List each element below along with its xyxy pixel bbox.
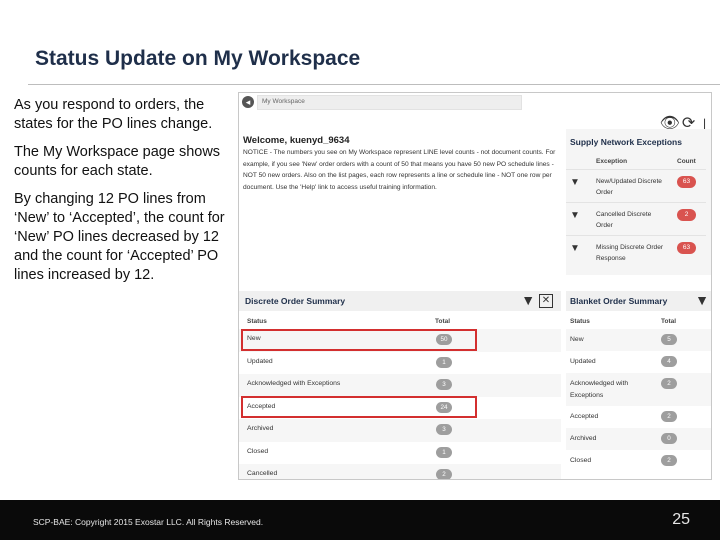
table-row[interactable]: Acknowledged with Exceptions 3 — [239, 374, 561, 397]
close-icon[interactable]: ✕ — [539, 294, 553, 309]
table-row[interactable]: Cancelled 2 — [239, 464, 561, 479]
total-badge[interactable]: 3 — [436, 379, 452, 390]
filter-icon[interactable]: ▼ — [695, 292, 709, 308]
breadcrumb[interactable]: My Workspace — [257, 95, 522, 110]
status-column-header: Status — [570, 318, 590, 325]
filter-icon: ▼ — [570, 210, 580, 221]
slide-footer: SCP-BAE: Copyright 2015 Exostar LLC. All… — [0, 500, 720, 540]
status-label: New — [570, 336, 584, 343]
status-label: Closed — [247, 447, 269, 455]
exception-label: New/Updated Discrete Order — [596, 178, 662, 196]
exception-label: Cancelled Discrete Order — [596, 211, 652, 229]
exception-count-badge[interactable]: 63 — [677, 176, 696, 188]
exception-count-badge[interactable]: 2 — [677, 209, 696, 221]
body-paragraph-1: As you respond to orders, the states for… — [14, 97, 213, 132]
blanket-summary-header: Blanket Order Summary ▼ — [566, 291, 711, 311]
exception-row[interactable]: ▼ Cancelled Discrete Order 2 — [566, 202, 706, 235]
total-badge[interactable]: 2 — [436, 469, 452, 479]
exception-label: Missing Discrete Order Response — [596, 244, 664, 262]
supply-network-title: Supply Network Exceptions — [570, 137, 682, 147]
back-arrow-icon[interactable]: ◂ — [242, 96, 254, 108]
table-row[interactable]: Updated 1 — [239, 352, 561, 375]
total-badge[interactable]: 1 — [436, 446, 452, 458]
status-label: Closed — [570, 457, 592, 464]
blanket-order-summary-panel: Blanket Order Summary ▼ Status Total New… — [566, 291, 711, 479]
status-column-header: Status — [247, 318, 267, 325]
title-divider — [28, 84, 720, 85]
status-label: Archived — [247, 425, 274, 432]
total-badge[interactable]: 2 — [661, 378, 677, 389]
exception-row[interactable]: ▼ New/Updated Discrete Order 63 — [566, 169, 706, 202]
total-badge[interactable]: 3 — [436, 424, 452, 435]
exception-column-header: Exception — [596, 158, 628, 165]
highlight-accepted-row — [241, 396, 477, 418]
total-badge[interactable]: 1 — [436, 356, 452, 368]
filter-icon: ▼ — [570, 243, 580, 254]
workspace-topbar: ◂ My Workspace — [239, 93, 711, 113]
status-label: Updated — [247, 357, 273, 365]
table-row[interactable]: Updated 4 — [566, 351, 711, 373]
table-row[interactable]: New 5 — [566, 329, 711, 351]
panel-controls: ▼ — [695, 292, 709, 308]
status-label: Archived — [570, 435, 597, 442]
workspace-screenshot: ◂ My Workspace 👁 ⟳ ▕ Welcome, kuenyd_9634 … — [238, 92, 712, 480]
total-badge[interactable]: 2 — [661, 455, 677, 466]
slide: Status Update on My Workspace As you res… — [0, 0, 720, 540]
total-column-header: Total — [661, 318, 677, 325]
status-label: Cancelled — [247, 470, 278, 477]
count-column-header: Count — [677, 158, 696, 165]
table-row[interactable]: Closed 2 — [566, 450, 711, 472]
status-label: Acknowledged with Exceptions — [570, 380, 629, 399]
discrete-order-summary-panel: Discrete Order Summary ▼ ✕ Status Total … — [239, 291, 561, 479]
status-label: Acknowledged with Exceptions — [247, 380, 341, 387]
table-row[interactable]: Closed 1 — [239, 442, 561, 465]
discrete-summary-header: Discrete Order Summary ▼ ✕ — [239, 291, 561, 311]
filter-icon[interactable]: ▼ — [521, 292, 535, 308]
total-badge[interactable]: 4 — [661, 356, 677, 367]
total-badge[interactable]: 5 — [661, 334, 677, 345]
status-label: Updated — [570, 358, 596, 365]
highlight-new-row — [241, 329, 477, 351]
table-row[interactable]: Accepted 2 — [566, 406, 711, 428]
body-paragraph-2: The My Workspace page shows counts for e… — [14, 144, 221, 179]
body-paragraph-3: By changing 12 PO lines from ‘New’ to ‘A… — [14, 191, 225, 283]
welcome-message: Welcome, kuenyd_9634 — [243, 135, 350, 146]
exception-row[interactable]: ▼ Missing Discrete Order Response 63 — [566, 235, 706, 268]
table-row[interactable]: Archived 0 — [566, 428, 711, 450]
total-badge[interactable]: 0 — [661, 433, 677, 444]
total-badge[interactable]: 2 — [661, 411, 677, 422]
notice-text: NOTICE - The numbers you see on My Works… — [243, 149, 556, 191]
status-label: Accepted — [570, 413, 599, 420]
table-row[interactable]: Archived 3 — [239, 419, 561, 442]
exception-count-badge[interactable]: 63 — [677, 242, 696, 254]
blanket-summary-title: Blanket Order Summary — [570, 296, 668, 306]
copyright-text: SCP-BAE: Copyright 2015 Exostar LLC. All… — [33, 517, 264, 527]
page-number: 25 — [672, 511, 690, 528]
discrete-summary-title: Discrete Order Summary — [245, 296, 346, 306]
slide-body: As you respond to orders, the states for… — [14, 96, 234, 294]
total-column-header: Total — [435, 318, 451, 325]
table-row[interactable]: Acknowledged with Exceptions 2 — [566, 373, 711, 406]
panel-controls: ▼ ✕ — [521, 292, 553, 309]
supply-network-exceptions-panel: Supply Network Exceptions Exception Coun… — [566, 129, 711, 275]
slide-title: Status Update on My Workspace — [35, 47, 361, 70]
filter-icon: ▼ — [570, 177, 580, 188]
